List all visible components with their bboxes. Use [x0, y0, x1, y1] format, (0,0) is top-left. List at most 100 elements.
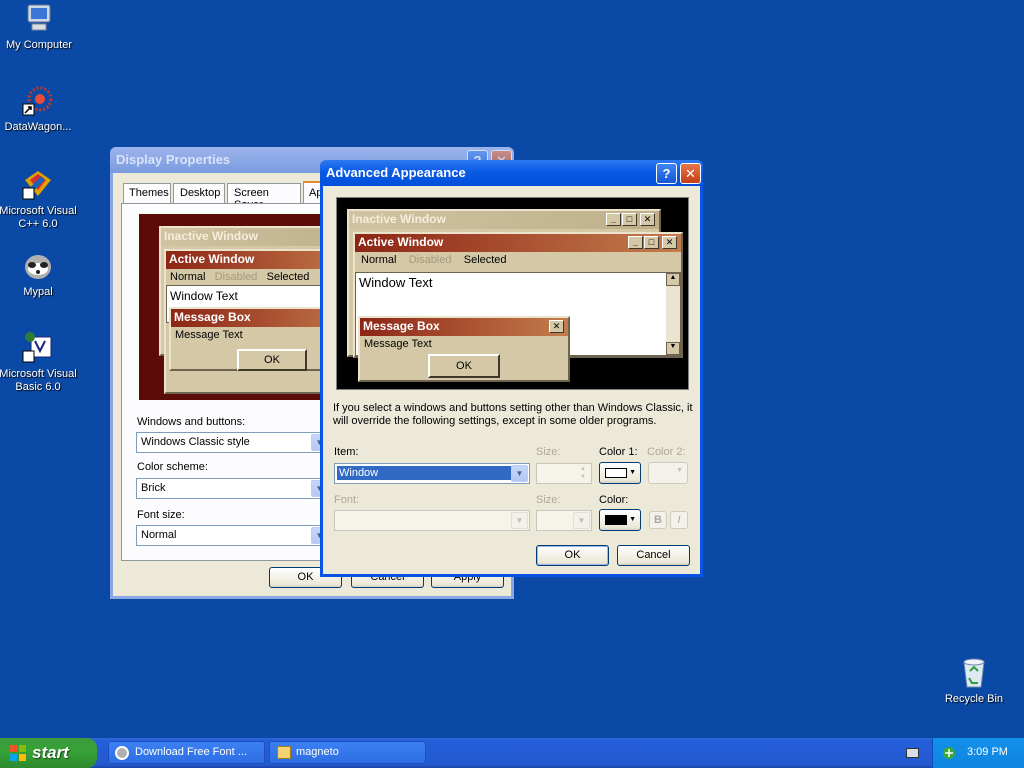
color1-label: Color 1:	[599, 446, 638, 458]
scroll-up-icon: ▲	[666, 273, 680, 286]
ok-button[interactable]: OK	[536, 545, 609, 566]
cancel-button[interactable]: Cancel	[617, 545, 690, 566]
desktop-icon-visual-cpp[interactable]: Microsoft Visual C++ 6.0	[0, 168, 78, 231]
menu-disabled: Disabled	[214, 271, 258, 283]
maximize-icon: □	[644, 236, 659, 249]
desktop-icon-datawagon[interactable]: DataWagon...	[0, 84, 78, 134]
desktop-icon-recycle-bin[interactable]: Recycle Bin	[934, 656, 1014, 706]
tab-desktop[interactable]: Desktop	[173, 183, 225, 203]
color2-label: Color 2:	[647, 446, 686, 458]
network-icon[interactable]	[942, 746, 956, 760]
desktop-icon-label: Microsoft Visual C++ 6.0	[0, 205, 77, 230]
font-size-label: Size:	[536, 494, 561, 506]
visual-cpp-icon	[21, 168, 55, 202]
font-label: Font:	[334, 494, 360, 506]
chevron-down-icon: ▼	[629, 516, 636, 523]
item-label: Item:	[334, 446, 359, 458]
keyboard-icon[interactable]	[906, 748, 919, 758]
mypal-browser-icon	[21, 249, 55, 283]
font-size-select[interactable]: ▼	[536, 510, 592, 531]
tab-themes[interactable]: Themes	[123, 183, 171, 203]
spinner-arrows-icon: ▲ ▼	[580, 466, 586, 480]
item-value: Window	[337, 466, 511, 480]
system-tray: 3:09 PM	[932, 738, 1024, 768]
help-button[interactable]: ?	[656, 163, 677, 184]
chevron-down-icon: ▼	[511, 465, 528, 482]
window-text: Window Text	[170, 289, 238, 303]
message-text: Message Text	[175, 329, 243, 341]
inactive-window-title: Inactive Window	[164, 229, 258, 243]
font-color-swatch	[605, 515, 627, 525]
message-text: Message Text	[364, 338, 432, 350]
visual-basic-icon	[21, 331, 55, 365]
font-color-label: Color:	[599, 494, 629, 506]
color-scheme-value: Brick	[141, 482, 166, 494]
font-select[interactable]: ▼	[334, 510, 530, 531]
advanced-appearance-titlebar[interactable]: Advanced Appearance ? ✕	[320, 160, 703, 186]
desktop-icon-label: My Computer	[5, 39, 73, 51]
font-size-label: Font size:	[137, 509, 185, 521]
menu-selected: Selected	[266, 271, 310, 283]
color1-swatch	[605, 468, 627, 478]
item-size-spinner[interactable]: ▲ ▼	[536, 463, 592, 484]
color2-picker[interactable]: ▼	[648, 462, 688, 484]
close-button[interactable]: ✕	[680, 163, 701, 184]
desktop-icon-visual-basic[interactable]: Microsoft Visual Basic 6.0	[0, 331, 78, 394]
preview-message-box: Message Box ✕ Message Text OK	[358, 316, 570, 382]
close-icon: ✕	[549, 320, 564, 333]
my-computer-icon	[22, 2, 56, 36]
desktop-icon-label: Mypal	[23, 286, 53, 298]
font-size-value: Normal	[141, 529, 177, 541]
desktop-icon-mypal[interactable]: Mypal	[0, 249, 78, 299]
scroll-down-icon: ▼	[666, 342, 680, 355]
tab-label: Themes	[129, 187, 169, 199]
preview-ok-button: OK	[237, 349, 307, 371]
desktop-icon-label: DataWagon...	[4, 121, 72, 133]
menu-normal: Normal	[170, 271, 206, 283]
bold-button[interactable]: B	[649, 511, 667, 529]
chevron-down-icon: ▼	[676, 467, 683, 474]
font-size-select[interactable]: Normal ▼	[136, 525, 330, 546]
color-scheme-select[interactable]: Brick ▼	[136, 478, 330, 499]
taskbar-item-label: magneto	[296, 746, 339, 758]
minimize-icon: _	[606, 213, 621, 226]
folder-icon	[277, 746, 291, 759]
menu-disabled: Disabled	[408, 254, 452, 266]
taskbar-item-download-font[interactable]: Download Free Font ...	[108, 741, 265, 764]
tab-screen-saver[interactable]: Screen Saver	[227, 183, 301, 211]
window-title: Display Properties	[116, 152, 231, 167]
taskbar-item-magneto[interactable]: magneto	[269, 741, 426, 764]
active-window-title: Active Window	[169, 252, 255, 266]
desktop-icon-label: Microsoft Visual Basic 6.0	[0, 368, 77, 393]
windows-buttons-select[interactable]: Windows Classic style ▼	[136, 432, 330, 453]
size-label: Size:	[536, 446, 561, 458]
tab-label: Desktop	[180, 187, 221, 199]
color-scheme-label: Color scheme:	[137, 461, 208, 473]
clock[interactable]: 3:09 PM	[967, 746, 1008, 758]
taskbar-item-label: Download Free Font ...	[135, 746, 247, 758]
preview-scrollbar: ▲ ▼	[666, 273, 680, 355]
italic-button[interactable]: I	[670, 511, 688, 529]
close-icon: ✕	[662, 236, 677, 249]
minimize-icon: _	[628, 236, 643, 249]
appearance-preview: Inactive Window Active Window Normal Dis…	[139, 214, 339, 400]
maximize-icon: □	[622, 213, 637, 226]
info-text: If you select a windows and buttons sett…	[333, 402, 693, 427]
message-box-title: Message Box	[174, 310, 251, 324]
window-text: Window Text	[359, 275, 433, 290]
recycle-bin-icon	[957, 656, 991, 690]
chevron-down-icon: ▼	[629, 469, 636, 476]
menu-selected: Selected	[463, 254, 507, 266]
chevron-down-icon: ▼	[573, 512, 590, 529]
advanced-preview[interactable]: Inactive Window _ □ ✕ Active Window _ □ …	[336, 197, 689, 390]
taskbar: start Download Free Font ... magneto 3:0…	[0, 738, 1024, 768]
inactive-window-title: Inactive Window	[352, 212, 446, 226]
desktop-icon-my-computer[interactable]: My Computer	[0, 2, 79, 52]
start-button[interactable]: start	[0, 738, 97, 768]
advanced-appearance-window: Advanced Appearance ? ✕ Inactive Window …	[320, 160, 703, 577]
item-select[interactable]: Window ▼	[334, 463, 530, 484]
color1-picker[interactable]: ▼	[599, 462, 641, 484]
message-box-title: Message Box	[363, 319, 440, 333]
close-icon: ✕	[640, 213, 655, 226]
font-color-picker[interactable]: ▼	[599, 509, 641, 531]
